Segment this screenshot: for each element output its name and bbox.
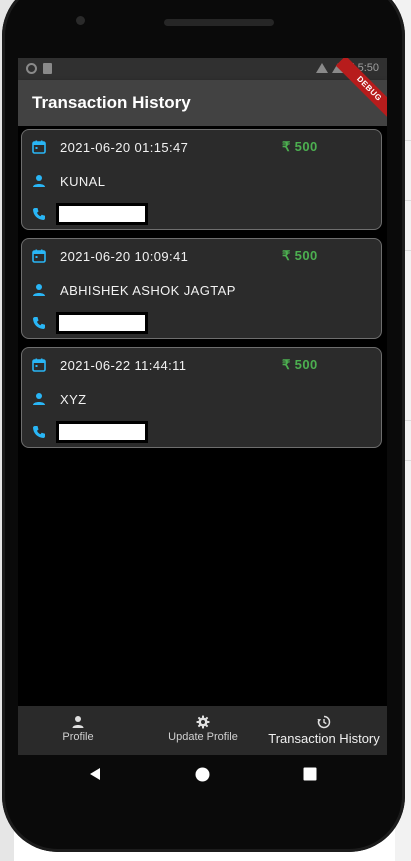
person-icon — [32, 283, 46, 297]
app-bar: Transaction History DEBUG — [18, 58, 387, 126]
person-icon — [71, 715, 85, 729]
phone-number-redacted — [56, 312, 148, 334]
transaction-card[interactable]: 2021-06-20 10:09:41 ₹ 500 ABHISHEK ASHOK… — [21, 238, 382, 339]
system-navigation-bar — [18, 757, 387, 797]
nav-label-update-profile: Update Profile — [168, 731, 238, 743]
transaction-card[interactable]: 2021-06-22 11:44:11 ₹ 500 XYZ — [21, 347, 382, 448]
nav-item-profile[interactable]: Profile — [48, 706, 108, 755]
transaction-name: XYZ — [60, 391, 87, 407]
phone-icon — [32, 316, 46, 330]
person-icon — [32, 392, 46, 406]
status-bar: 5:50 — [18, 58, 387, 80]
front-camera — [76, 16, 85, 25]
transaction-amount: ₹ 500 — [282, 139, 318, 154]
nav-item-transaction-history[interactable]: Transaction History — [264, 706, 384, 755]
home-icon[interactable] — [195, 767, 210, 787]
transaction-name: KUNAL — [60, 173, 106, 189]
sd-card-icon — [43, 63, 52, 74]
calendar-icon — [32, 249, 46, 263]
transaction-amount: ₹ 500 — [282, 357, 318, 372]
nav-label-transaction-history: Transaction History — [268, 731, 380, 746]
nav-item-update-profile[interactable]: Update Profile — [158, 706, 248, 755]
transaction-datetime: 2021-06-20 01:15:47 — [60, 139, 189, 155]
history-icon — [317, 715, 331, 729]
transaction-datetime: 2021-06-20 10:09:41 — [60, 248, 189, 264]
transaction-card[interactable]: 2021-06-20 01:15:47 ₹ 500 KUNAL — [21, 129, 382, 230]
page-title: Transaction History — [32, 93, 191, 112]
person-icon — [32, 174, 46, 188]
transaction-datetime: 2021-06-22 11:44:11 — [60, 357, 187, 373]
notification-icon — [26, 63, 37, 74]
back-icon[interactable] — [88, 767, 102, 786]
wifi-icon — [315, 63, 328, 73]
calendar-icon — [32, 358, 46, 372]
phone-number-redacted — [56, 203, 148, 225]
transaction-amount: ₹ 500 — [282, 248, 318, 263]
calendar-icon — [32, 140, 46, 154]
earpiece-speaker — [164, 19, 274, 26]
transaction-list: 2021-06-20 01:15:47 ₹ 500 KUNAL 2021-06-… — [21, 129, 384, 456]
phone-icon — [32, 207, 46, 221]
bottom-navigation-bar: Profile Update Profile Transaction Histo… — [18, 706, 387, 755]
phone-icon — [32, 425, 46, 439]
nav-label-profile: Profile — [62, 731, 94, 743]
phone-number-redacted — [56, 421, 148, 443]
app-screen: 5:50 Transaction History DEBUG 2021-06-2… — [18, 58, 387, 755]
recents-icon[interactable] — [303, 767, 317, 786]
gear-icon — [196, 715, 210, 729]
transaction-name: ABHISHEK ASHOK JAGTAP — [60, 282, 236, 298]
